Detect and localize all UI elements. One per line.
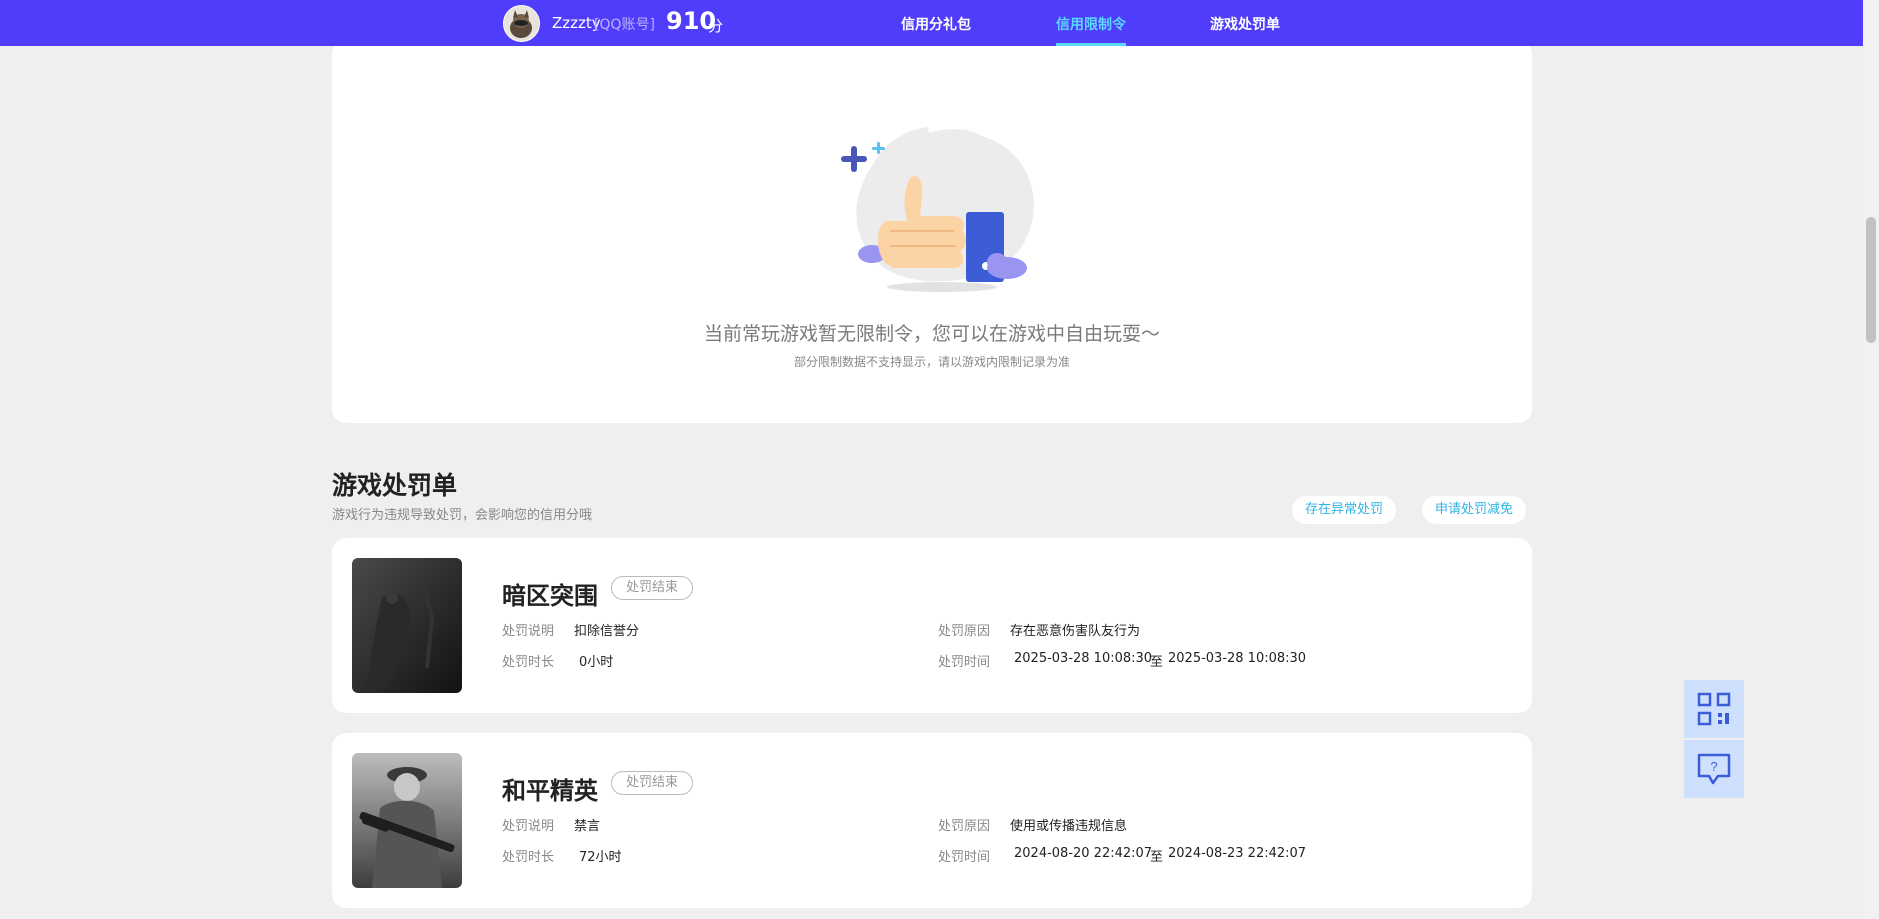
penalty-desc-label: 处罚说明 [502,624,555,639]
account-type: [QQ账号] [594,17,655,33]
game-name: 和平精英 [502,777,598,805]
svg-text:?: ? [1710,759,1717,774]
penalty-time-to: 至 [1150,655,1164,670]
penalty-time-label: 处罚时间 [938,655,991,670]
penalty-duration-label: 处罚时长 [502,850,555,865]
penalty-end-time: 2024-08-23 22:42:07 [1168,846,1307,861]
empty-state-message: 当前常玩游戏暂无限制令，您可以在游戏中自由玩耍～ [703,323,1160,345]
help-chat-button[interactable]: ? [1684,740,1744,798]
penalty-time-to: 至 [1150,850,1164,865]
penalty-desc-label: 处罚说明 [502,819,555,834]
scrollbar[interactable] [1863,0,1879,919]
penalty-end-time: 2025-03-28 10:08:30 [1168,651,1307,666]
penalty-card[interactable]: 和平精英 处罚结束 处罚说明 禁言 处罚时长 72小时 处罚原因 使用或传播违规… [332,733,1532,908]
game-thumbnail [352,558,462,693]
game-name: 暗区突围 [502,582,598,610]
apply-penalty-reduction-button[interactable]: 申请处罚减免 [1422,496,1527,524]
penalty-desc-value: 扣除信誉分 [574,624,640,639]
avatar-image [504,6,539,41]
help-chat-icon: ? [1697,753,1731,785]
penalty-status-badge: 处罚结束 [611,771,694,795]
game-thumbnail [352,753,462,888]
nav-game-penalty[interactable]: 游戏处罚单 [1210,14,1280,34]
scrollbar-thumb[interactable] [1866,217,1876,343]
qr-code-icon [1697,692,1731,726]
report-abnormal-penalty-button[interactable]: 存在异常处罚 [1292,496,1397,524]
penalty-start-time: 2024-08-20 22:42:07 [1014,846,1153,861]
penalty-desc-value: 禁言 [574,819,601,834]
game-cover-image [352,753,462,888]
penalty-reason-value: 使用或传播违规信息 [1010,819,1128,834]
penalty-reason-label: 处罚原因 [938,624,991,639]
nav-credit-gift[interactable]: 信用分礼包 [901,14,971,34]
penalty-start-time: 2025-03-28 10:08:30 [1014,651,1153,666]
credit-score-unit: 分 [708,17,724,35]
penalty-section-subtitle: 游戏行为违规导致处罚，会影响您的信用分哦 [332,508,593,523]
penalty-reason-value: 存在恶意伤害队友行为 [1010,624,1141,639]
penalty-duration-value: 72小时 [579,850,622,865]
penalty-duration-value: 0小时 [579,655,614,670]
thumbs-up-icon [841,115,1034,292]
user-avatar[interactable] [503,5,540,42]
penalty-card[interactable]: 暗区突围 处罚结束 处罚说明 扣除信誉分 处罚时长 0小时 处罚原因 存在恶意伤… [332,538,1532,713]
top-navbar: Zzzzty [QQ账号] 910 分 信用分礼包 信用限制令 游戏处罚单 [0,0,1863,46]
penalty-duration-label: 处罚时长 [502,655,555,670]
penalty-status-badge: 处罚结束 [611,576,694,600]
penalty-time-label: 处罚时间 [938,850,991,865]
restriction-card: 当前常玩游戏暂无限制令，您可以在游戏中自由玩耍～ 部分限制数据不支持显示，请以游… [332,40,1532,423]
game-cover-image [352,558,462,693]
penalty-section-title: 游戏处罚单 [332,471,458,500]
qr-code-button[interactable] [1684,680,1744,738]
empty-state-note: 部分限制数据不支持显示，请以游戏内限制记录为准 [793,355,1070,369]
nav-credit-restriction[interactable]: 信用限制令 [1056,14,1126,34]
active-tab-indicator [1056,43,1126,46]
penalty-reason-label: 处罚原因 [938,819,991,834]
